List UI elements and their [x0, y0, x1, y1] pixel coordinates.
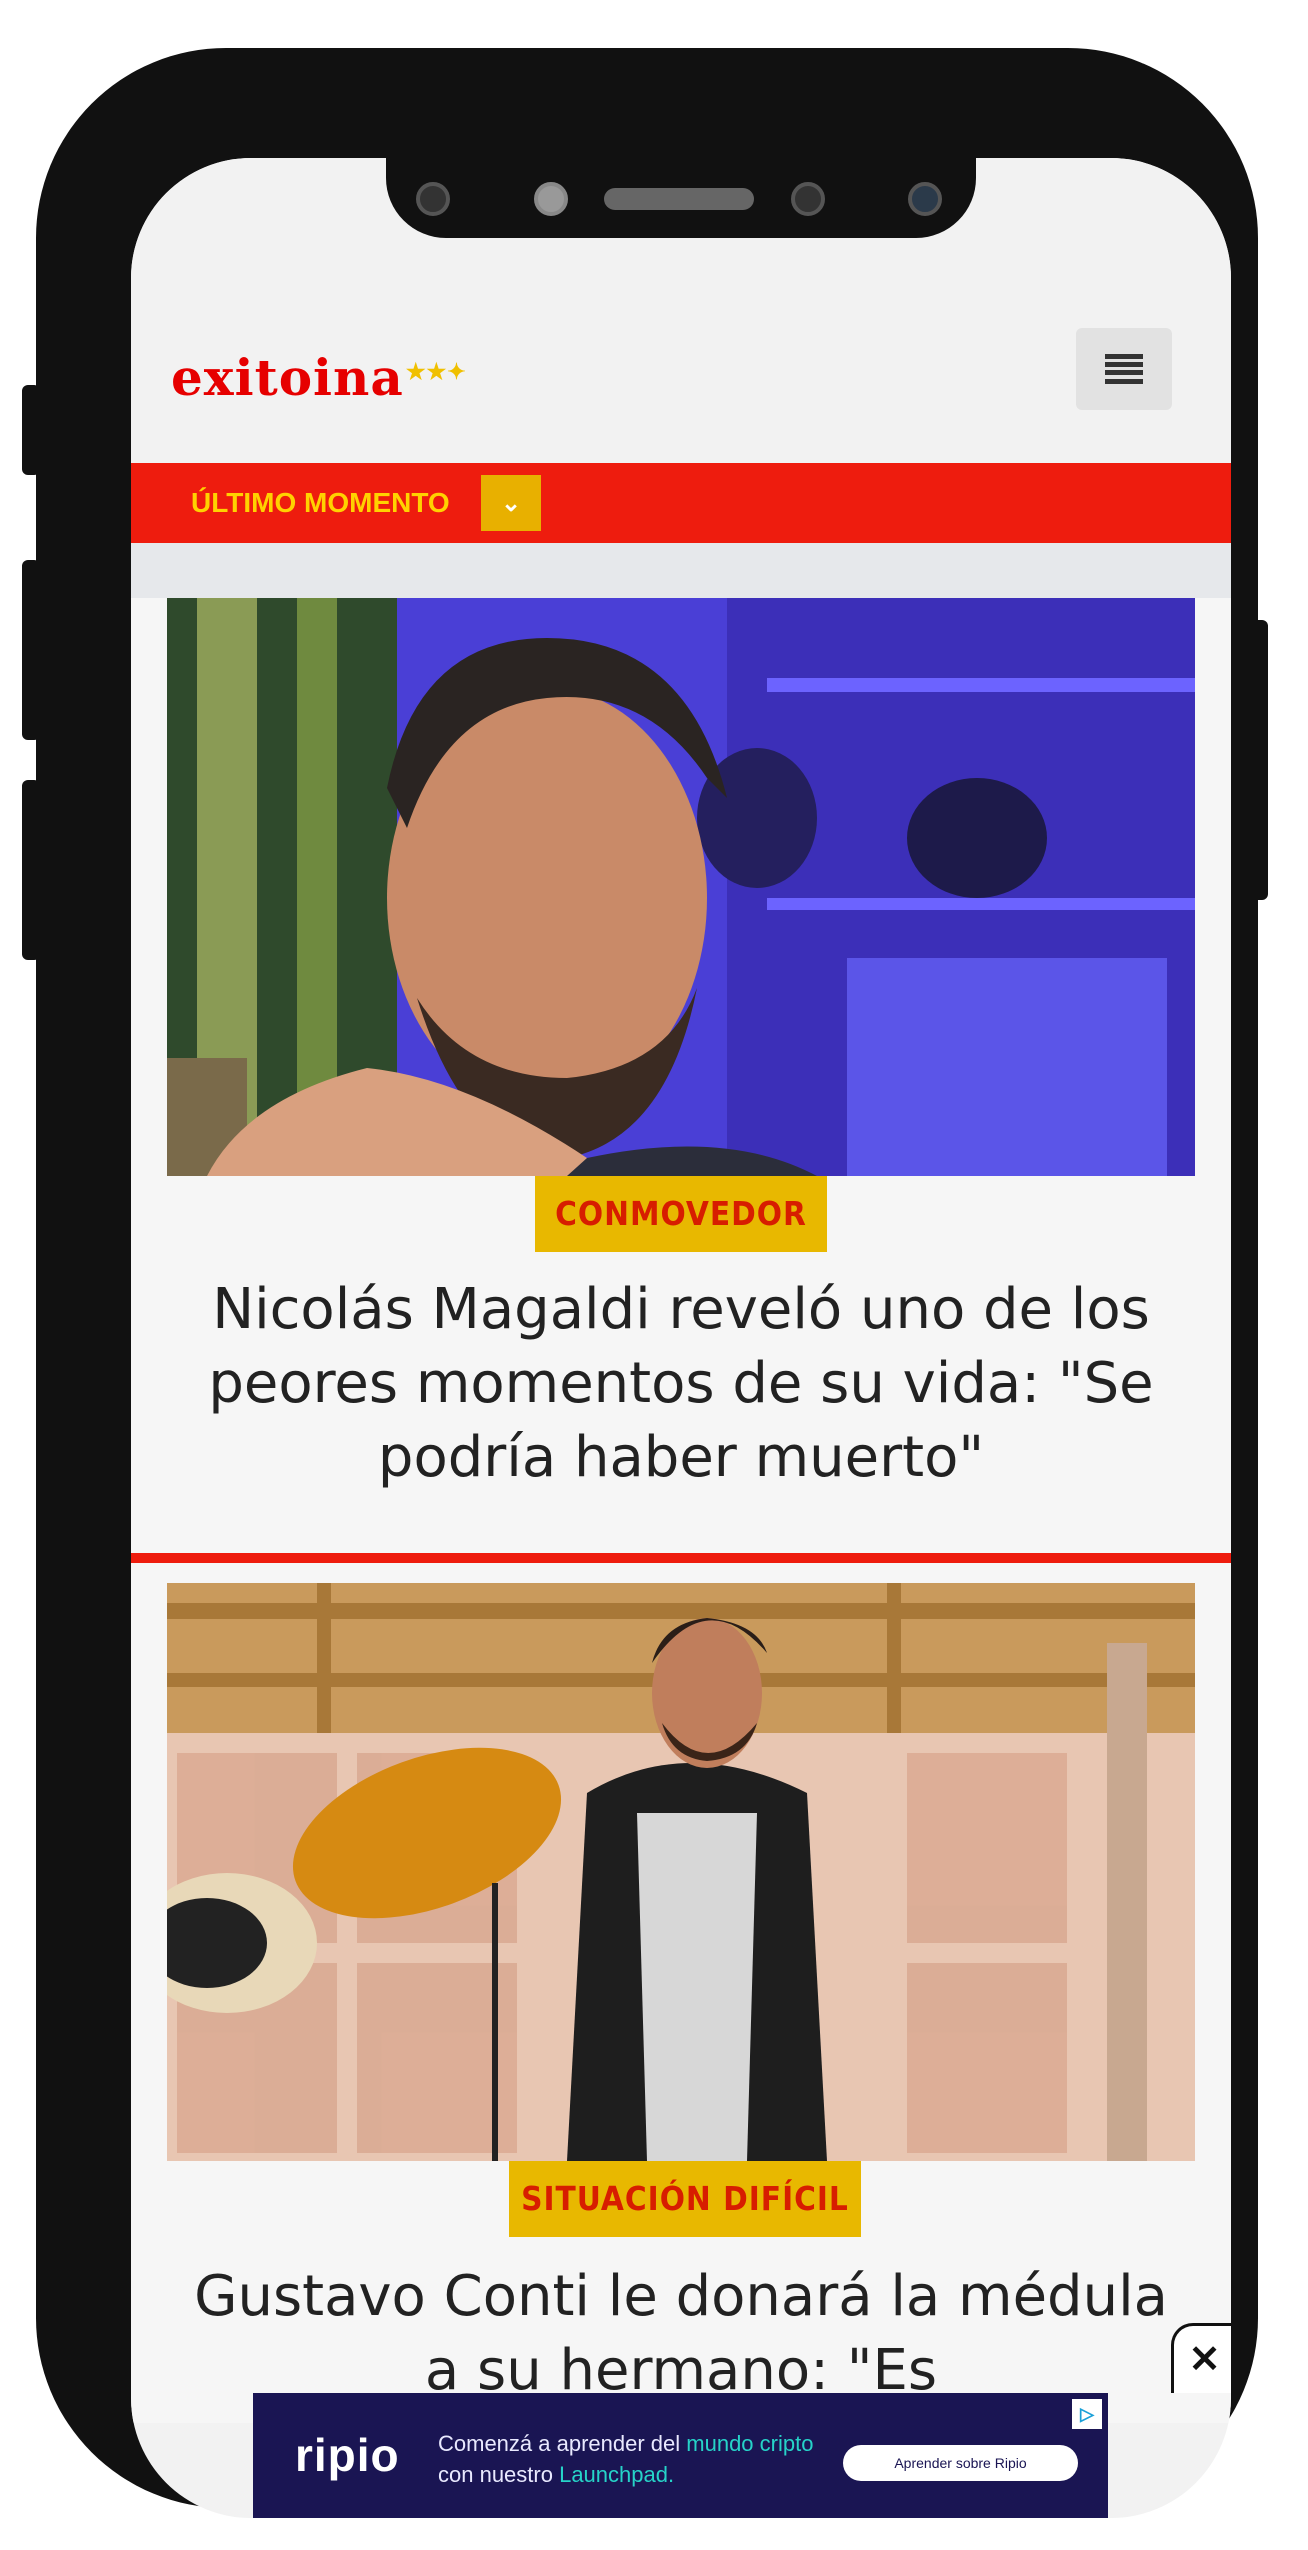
breaking-news-label[interactable]: ÚLTIMO MOMENTO: [191, 487, 450, 519]
ad-message: Comenzá a aprender del mundo cripto con …: [438, 2428, 813, 2490]
ad-text-highlight: mundo cripto: [686, 2431, 814, 2456]
article-headline[interactable]: Nicolás Magaldi reveló uno de los peores…: [191, 1273, 1171, 1495]
phone-notch: [386, 158, 976, 238]
front-camera-icon: [791, 182, 825, 216]
article-image[interactable]: [167, 598, 1195, 1176]
article-headline[interactable]: Gustavo Conti le donará la médula a su h…: [191, 2260, 1171, 2408]
ad-banner[interactable]: ripio Comenzá a aprender del mundo cript…: [253, 2393, 1108, 2518]
breaking-news-dropdown-button[interactable]: ⌄: [481, 475, 541, 531]
ad-text-part: con nuestro: [438, 2462, 560, 2487]
breaking-news-bar: ÚLTIMO MOMENTO ⌄: [131, 463, 1231, 543]
ad-cta-button[interactable]: Aprender sobre Ripio: [843, 2445, 1078, 2481]
article-category-badge[interactable]: CONMOVEDOR: [535, 1176, 827, 1252]
ad-text-highlight: Launchpad.: [559, 2462, 675, 2487]
sensor-icon: [534, 182, 568, 216]
phone-screen: exitoina★★✦ ÚLTIMO MOMENTO ⌄ CONMOVEDOR …: [131, 158, 1231, 2518]
sensor-icon: [416, 182, 450, 216]
close-icon: ✕: [1188, 2339, 1221, 2381]
article-card[interactable]: SITUACIÓN DIFÍCIL Gustavo Conti le donar…: [131, 1563, 1231, 2423]
article-photo-magaldi: [167, 598, 1195, 1176]
logo-stars-icon: ★★✦: [405, 359, 467, 385]
menu-button[interactable]: [1076, 328, 1172, 410]
close-ad-button[interactable]: ✕: [1171, 2323, 1231, 2393]
phone-frame: exitoina★★✦ ÚLTIMO MOMENTO ⌄ CONMOVEDOR …: [36, 48, 1258, 2518]
chevron-down-icon: ⌄: [500, 489, 522, 517]
speaker-grille: [604, 188, 754, 210]
ad-brand-logo: ripio: [295, 2429, 400, 2481]
article-divider: [131, 1553, 1231, 1563]
ad-info-icon[interactable]: ▷: [1072, 2399, 1102, 2429]
sensor-icon: [908, 182, 942, 216]
hamburger-menu-icon: [1105, 354, 1143, 384]
article-category-badge[interactable]: SITUACIÓN DIFÍCIL: [509, 2161, 861, 2237]
logo-text: exitoina: [171, 348, 404, 407]
article-photo-conti: [167, 1583, 1195, 2161]
section-spacer: [131, 543, 1231, 598]
ad-text-part: Comenzá a aprender del: [438, 2431, 687, 2456]
article-card[interactable]: CONMOVEDOR Nicolás Magaldi reveló uno de…: [131, 598, 1231, 1663]
article-image[interactable]: [167, 1583, 1195, 2161]
site-logo[interactable]: exitoina★★✦: [171, 348, 467, 407]
